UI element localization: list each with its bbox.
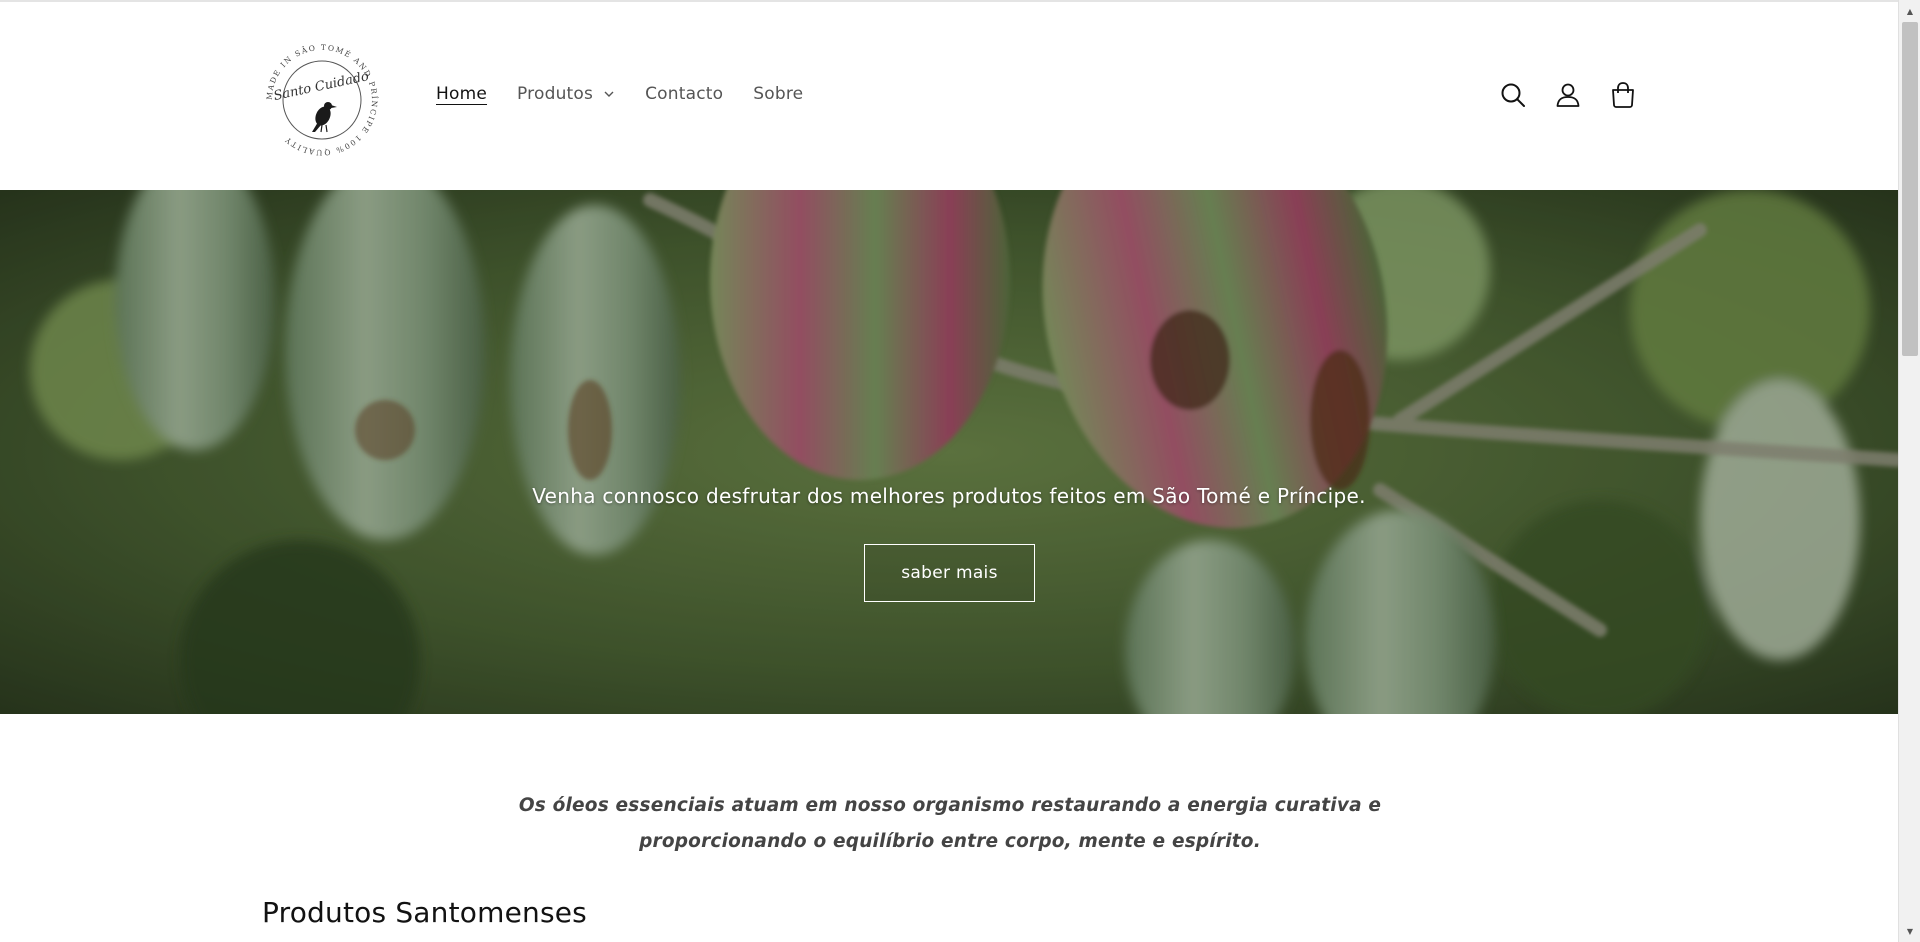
search-button[interactable] — [1496, 78, 1530, 112]
brand-logo[interactable]: MADE IN SÃO TOMÉ AND PRÍNCIPE 100% QUALI… — [262, 40, 382, 160]
hero-banner: Venha connosco desfrutar dos melhores pr… — [0, 190, 1898, 714]
account-icon — [1556, 83, 1580, 107]
section-title: Produtos Santomenses — [262, 896, 587, 929]
scroll-up-arrow-icon[interactable]: ▲ — [1899, 2, 1920, 20]
scroll-down-arrow-icon[interactable]: ▼ — [1899, 922, 1920, 940]
cart-icon — [1612, 82, 1634, 108]
svg-text:Santo Cuidado: Santo Cuidado — [272, 69, 370, 104]
cart-button[interactable] — [1606, 78, 1640, 112]
nav-produtos-label: Produtos — [517, 84, 594, 104]
hero-text: Venha connosco desfrutar dos melhores pr… — [532, 484, 1366, 508]
saber-mais-button[interactable]: saber mais — [864, 544, 1035, 602]
nav-home[interactable]: Home — [436, 84, 487, 104]
search-icon — [1501, 83, 1525, 107]
nav-produtos[interactable]: Produtos — [517, 84, 615, 104]
site-header: MADE IN SÃO TOMÉ AND PRÍNCIPE 100% QUALI… — [0, 2, 1898, 190]
chevron-down-icon — [604, 91, 614, 97]
vertical-scrollbar[interactable]: ▲ ▼ — [1898, 0, 1920, 942]
page: MADE IN SÃO TOMÉ AND PRÍNCIPE 100% QUALI… — [0, 0, 1898, 942]
hero-overlay — [0, 190, 1898, 714]
account-button[interactable] — [1551, 78, 1585, 112]
main-nav: Home Produtos Contacto Sobre — [436, 84, 833, 104]
nav-contacto-label: Contacto — [645, 84, 724, 104]
nav-contacto[interactable]: Contacto — [645, 84, 723, 104]
scroll-thumb[interactable] — [1902, 22, 1918, 356]
logo-seal-icon: MADE IN SÃO TOMÉ AND PRÍNCIPE 100% QUALI… — [265, 43, 378, 157]
essential-oils-quote: Os óleos essenciais atuam em nosso organ… — [518, 795, 1382, 852]
nav-home-label: Home — [436, 84, 488, 104]
nav-sobre[interactable]: Sobre — [753, 84, 803, 104]
header-actions — [1496, 78, 1661, 112]
nav-sobre-label: Sobre — [753, 84, 804, 104]
